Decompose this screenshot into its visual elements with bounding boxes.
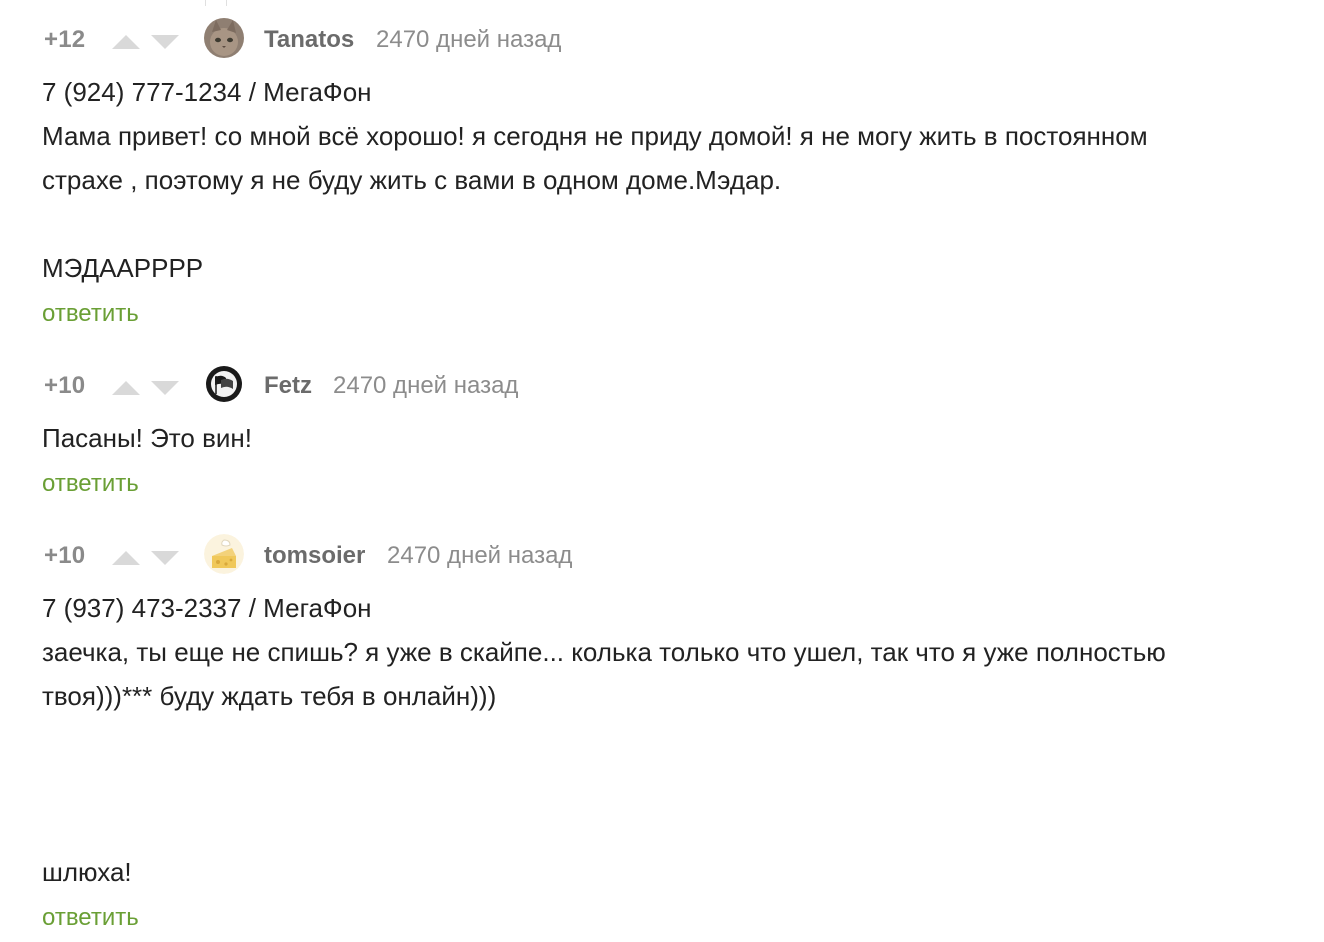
comment-time: 2470 дней назад bbox=[387, 542, 573, 569]
comment: +12 Tanatos 2470 дней назад 7 (924) 777-… bbox=[42, 18, 1282, 327]
author-link[interactable]: Fetz bbox=[264, 372, 312, 400]
reply-link[interactable]: ответить bbox=[42, 300, 139, 328]
comment-text: 7 (937) 473-2337 / МегаФон bbox=[42, 593, 372, 623]
comment-text: шлюха! bbox=[42, 857, 132, 887]
vote-down-icon[interactable] bbox=[151, 35, 179, 49]
comment-text: заечка, ты еще не спишь? я уже в скайпе.… bbox=[42, 637, 1166, 667]
antifa-flag-avatar-icon[interactable] bbox=[204, 364, 244, 404]
comment-header: +12 Tanatos 2470 дней назад bbox=[42, 18, 1282, 62]
cat-avatar-icon[interactable] bbox=[204, 18, 244, 58]
reply-link[interactable]: ответить bbox=[42, 470, 139, 498]
comment-text: 7 (924) 777-1234 / МегаФон bbox=[42, 77, 372, 107]
author-link[interactable]: Tanatos bbox=[264, 26, 354, 54]
vote-up-icon[interactable] bbox=[112, 551, 140, 565]
vote-up-icon[interactable] bbox=[112, 381, 140, 395]
comment: +10 tomsoier 2470 дней назад 7 (937) 473… bbox=[42, 534, 1282, 931]
vote-up-icon[interactable] bbox=[112, 35, 140, 49]
divider bbox=[205, 0, 227, 6]
comment-text: Мама привет! со мной всё хорошо! я сегод… bbox=[42, 121, 1148, 151]
comment-text: Пасаны! Это вин! bbox=[42, 423, 253, 453]
comment-text: страхе , поэтому я не буду жить с вами в… bbox=[42, 165, 782, 195]
vote-down-icon[interactable] bbox=[151, 551, 179, 565]
cheese-avatar-icon[interactable] bbox=[204, 534, 244, 574]
comment-rating: +10 bbox=[44, 372, 86, 399]
comment-time: 2470 дней назад bbox=[376, 26, 562, 53]
vote-down-icon[interactable] bbox=[151, 381, 179, 395]
comment: +10 Fetz 2470 дней назад Пасаны! Это вин… bbox=[42, 364, 1282, 497]
comment-time: 2470 дней назад bbox=[333, 372, 519, 399]
comment-rating: +12 bbox=[44, 26, 86, 53]
comment-header: +10 Fetz 2470 дней назад bbox=[42, 364, 1282, 408]
reply-link[interactable]: ответить bbox=[42, 904, 139, 932]
author-link[interactable]: tomsoier bbox=[264, 542, 365, 570]
comment-text: МЭДААРРРР bbox=[42, 253, 204, 283]
comment-text: твоя)))*** буду ждать тебя в онлайн))) bbox=[42, 681, 497, 711]
comment-rating: +10 bbox=[44, 542, 86, 569]
comment-header: +10 tomsoier 2470 дней назад bbox=[42, 534, 1282, 578]
